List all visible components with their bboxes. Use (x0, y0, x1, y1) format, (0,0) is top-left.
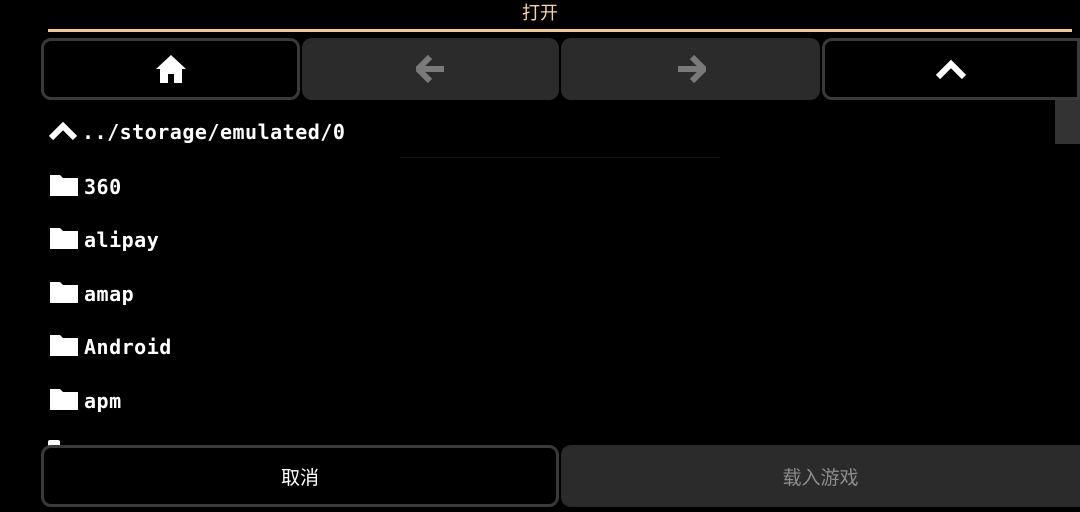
title-divider (48, 29, 1072, 32)
list-item[interactable]: 360 (48, 160, 1048, 214)
arrow-left-icon (415, 55, 446, 83)
list-item-label: apm (84, 388, 122, 413)
folder-icon (48, 279, 80, 309)
chevron-up-icon (48, 119, 78, 145)
current-path: ../storage/emulated/0 (82, 120, 346, 144)
home-button[interactable] (41, 38, 300, 100)
list-item-label: Android (84, 335, 172, 360)
list-item[interactable]: alipay (48, 214, 1048, 268)
list-item[interactable]: amap (48, 267, 1048, 321)
forward-button[interactable] (561, 38, 820, 100)
current-path-row[interactable]: ../storage/emulated/0 (48, 116, 345, 148)
list-item-label: alipay (84, 228, 160, 253)
arrow-right-icon (676, 55, 706, 83)
cancel-button[interactable]: 取消 (41, 445, 559, 507)
folder-icon (48, 225, 80, 255)
load-game-button[interactable]: 载入游戏 (561, 445, 1080, 507)
home-icon (154, 53, 188, 85)
folder-icon (48, 172, 80, 202)
list-item-label: amap (84, 281, 135, 306)
list-item-label: 360 (84, 174, 122, 199)
back-button[interactable] (302, 38, 559, 100)
parent-directory-button[interactable] (822, 38, 1080, 100)
list-item[interactable]: Android (48, 321, 1048, 375)
scrollbar-thumb[interactable] (1055, 100, 1080, 144)
chevron-up-icon (935, 58, 967, 80)
path-divider (400, 157, 720, 158)
folder-icon (48, 332, 80, 362)
file-list: 360 alipay amap Android apm (48, 160, 1048, 428)
list-item[interactable]: apm (48, 374, 1048, 428)
dialog-title: 打开 (522, 3, 558, 24)
folder-icon (48, 386, 80, 416)
